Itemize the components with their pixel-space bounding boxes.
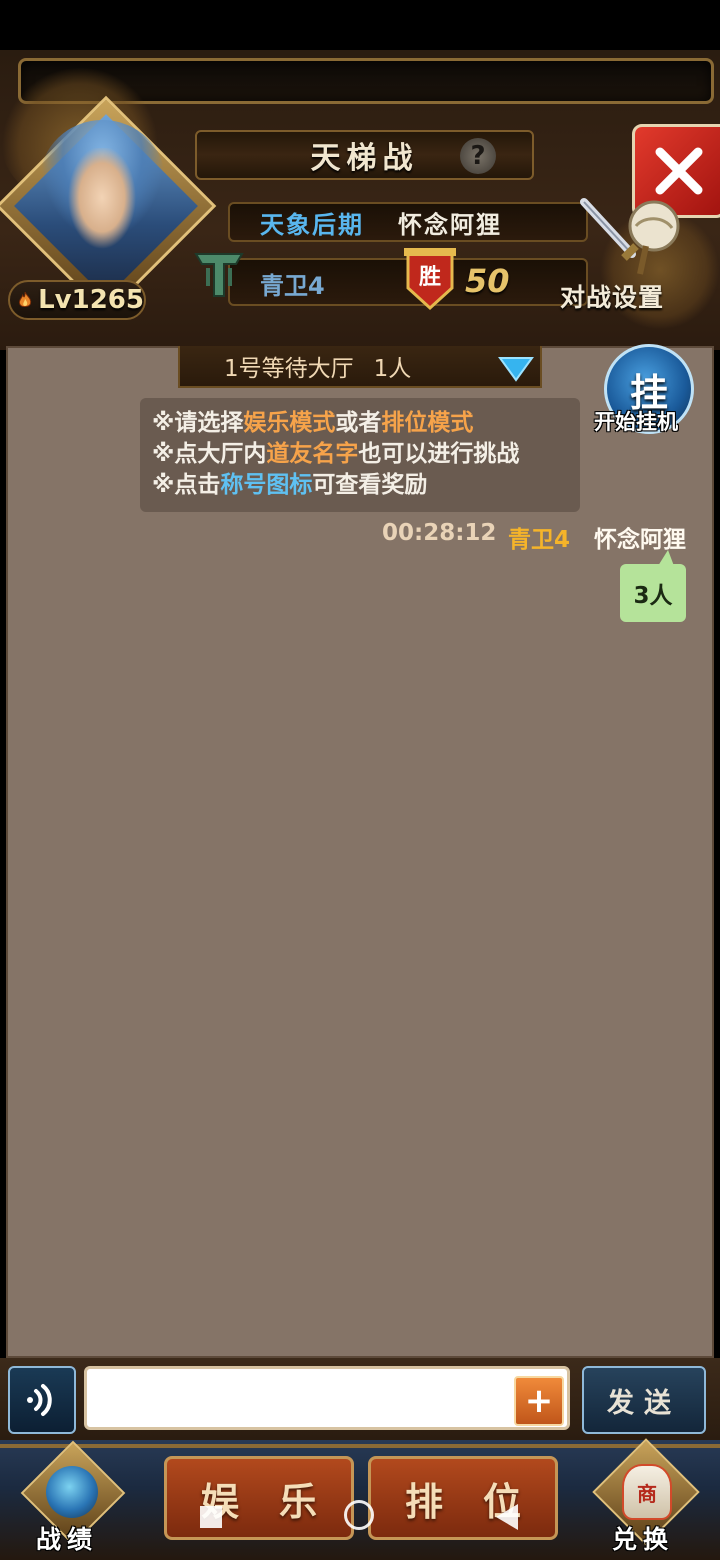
chevron-down-icon[interactable]: [498, 354, 534, 382]
win-badge-icon: 胜: [404, 248, 456, 311]
battle-settings-icon[interactable]: [574, 196, 684, 280]
win-badge-char: 胜: [419, 265, 441, 290]
send-button[interactable]: 发送: [582, 1366, 706, 1434]
realm-text: 天象后期: [260, 210, 364, 239]
voice-icon: [27, 1384, 52, 1416]
ranked-mode-button[interactable]: 排 位: [368, 1456, 558, 1540]
shop-bag-icon: 商: [622, 1464, 672, 1520]
level-text: Lv1265: [38, 285, 144, 315]
notice-line-2: ※点大厅内道友名字也可以进行挑战: [152, 441, 520, 467]
add-button[interactable]: +: [514, 1376, 564, 1426]
back-icon[interactable]: [496, 1504, 518, 1530]
exchange-button[interactable]: 商 兑换: [588, 1438, 708, 1560]
exchange-label: 兑换: [612, 1525, 675, 1554]
player-info-row: 天象后期 怀念阿狸: [228, 202, 588, 242]
rank-text: 青卫4: [260, 272, 325, 300]
page-title: 天梯战: [310, 141, 419, 176]
close-icon: [655, 147, 703, 195]
battle-record-button[interactable]: 战绩: [10, 1440, 130, 1560]
notice-box: ※请选择娱乐模式或者排位模式 ※点大厅内道友名字也可以进行挑战 ※点击称号图标可…: [140, 398, 580, 512]
voice-button[interactable]: [8, 1366, 76, 1434]
avatar-face: [62, 148, 142, 258]
battle-settings-label[interactable]: 对战设置: [560, 278, 664, 314]
flame-icon: [18, 291, 32, 308]
rank-emblem-icon[interactable]: [190, 246, 248, 304]
entertain-mode-button[interactable]: 娱 乐: [164, 1456, 354, 1540]
message-rank-title[interactable]: 青卫4: [508, 520, 570, 554]
home-icon[interactable]: [344, 1500, 374, 1530]
message-time: 00:28:12: [382, 520, 497, 546]
battle-record-label: 战绩: [36, 1525, 99, 1554]
recent-apps-icon[interactable]: [200, 1506, 222, 1528]
notice-line-1: ※请选择娱乐模式或者排位模式: [152, 410, 474, 436]
lobby-name: 1号等待大厅: [224, 356, 354, 382]
auto-idle-label[interactable]: 开始挂机: [594, 406, 678, 436]
ranked-mode-link: 排位模式: [381, 410, 474, 436]
message-bubble: 3人: [620, 564, 686, 622]
level-badge: Lv1265: [8, 280, 146, 320]
record-orb-icon: [46, 1466, 98, 1518]
entertain-mode-link: 娱乐模式: [243, 410, 336, 436]
message-username[interactable]: 怀念阿狸: [594, 520, 686, 554]
lobby-count: 1人: [373, 356, 412, 382]
chat-input[interactable]: [84, 1366, 570, 1430]
help-icon[interactable]: ?: [460, 138, 496, 174]
lobby-select[interactable]: 1号等待大厅 1人: [178, 346, 542, 388]
win-count: 50: [465, 262, 510, 300]
player-name: 怀念阿狸: [398, 210, 502, 239]
notice-line-3: ※点击称号图标可查看奖励: [152, 472, 428, 498]
